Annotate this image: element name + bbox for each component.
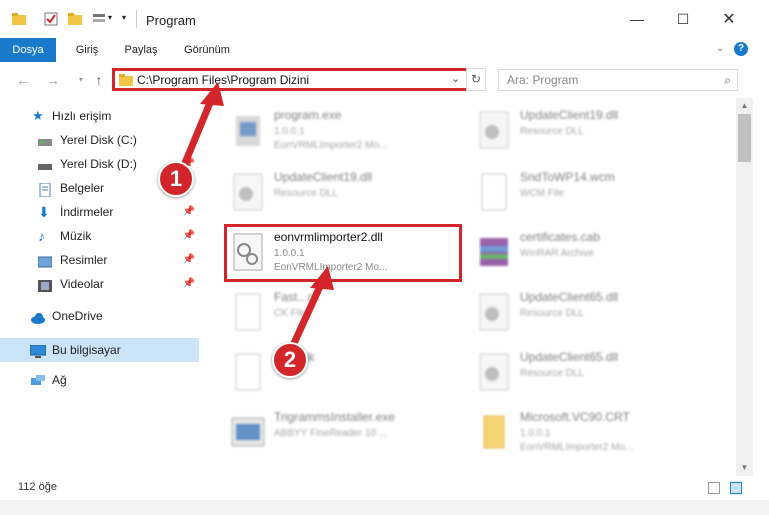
annotation-arrows <box>176 82 334 356</box>
callout-badge-2: 2 <box>272 342 308 378</box>
callout-badge-1: 1 <box>158 161 194 197</box>
